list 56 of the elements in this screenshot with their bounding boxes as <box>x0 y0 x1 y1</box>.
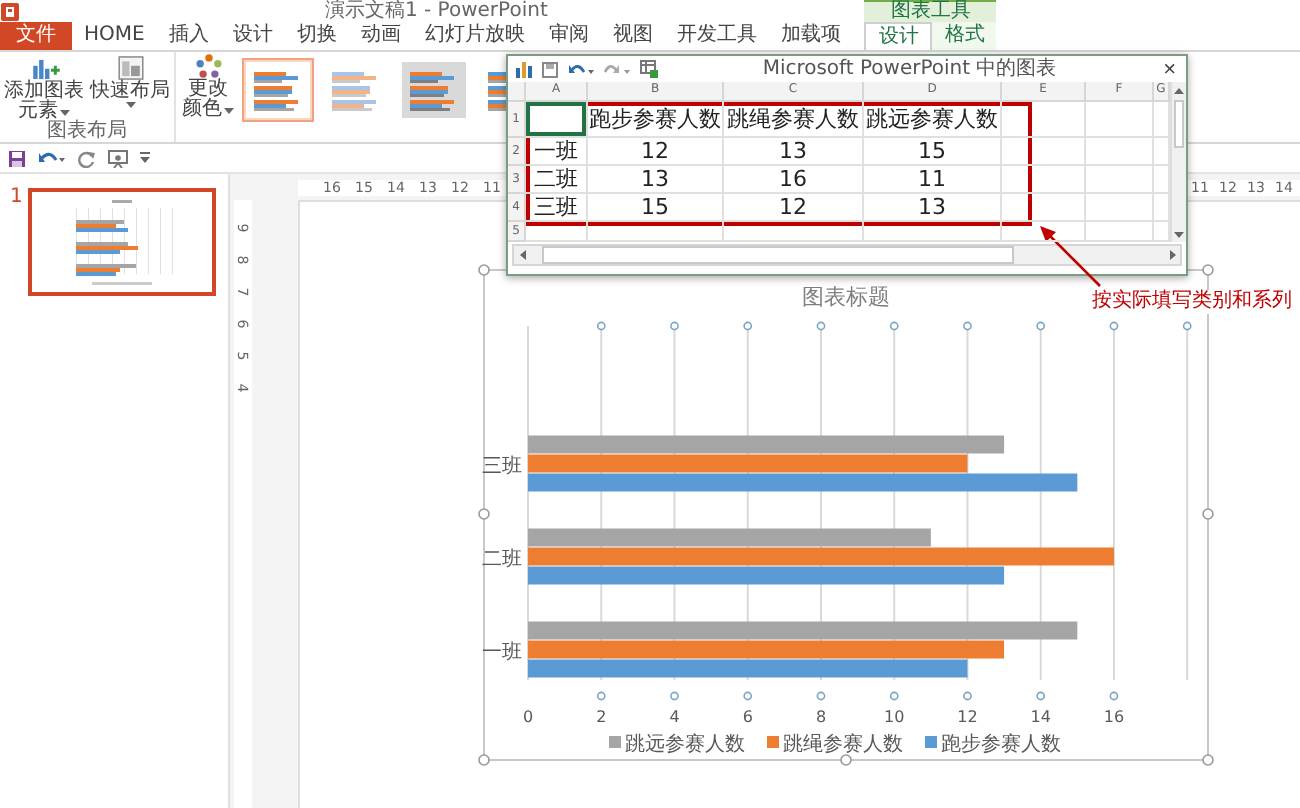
legend-label: 跳远参赛人数 <box>625 732 745 756</box>
category-label: 一班 <box>482 642 522 664</box>
contextual-group-label: 图表工具 <box>864 0 997 22</box>
ribbon-tab[interactable]: 开发工具 <box>664 22 769 50</box>
row-label: 一班 <box>526 138 588 166</box>
table-cell: 11 <box>864 166 1002 194</box>
ribbon-tab[interactable]: 加载项 <box>768 22 853 50</box>
ribbon-tab[interactable]: 插入 <box>156 22 221 50</box>
axis-label: 16 <box>1103 708 1125 726</box>
ribbon-tab[interactable]: 视图 <box>600 22 665 50</box>
axis-label: 8 <box>815 708 827 726</box>
row-label: 三班 <box>526 194 588 222</box>
axis-label: 6 <box>742 708 753 726</box>
axis-label: 10 <box>884 708 905 726</box>
ribbon-tab[interactable]: 设计 <box>864 22 933 50</box>
ribbon-button[interactable]: 快速布局 <box>88 54 172 120</box>
legend-item: 跳绳参赛人数 <box>767 734 903 756</box>
axis-label: 4 <box>669 708 680 726</box>
axis-label: 0 <box>522 708 534 726</box>
column-label: 跳绳参赛人数 <box>724 102 864 138</box>
window-title: Microsoft PowerPoint 中的图表 <box>760 56 1059 82</box>
ribbon-button[interactable]: 添加图表 元素 <box>2 54 86 120</box>
ribbon-tab[interactable]: 幻灯片放映 <box>412 22 537 50</box>
close-button[interactable]: × <box>1161 57 1178 81</box>
column-label: 跑步参赛人数 <box>588 102 724 138</box>
legend-label: 跳绳参赛人数 <box>783 732 903 756</box>
table-cell: 12 <box>588 138 724 166</box>
table-cell: 12 <box>724 194 864 222</box>
group-label: 图表布局 <box>45 120 129 142</box>
table-cell: 13 <box>864 194 1002 222</box>
annotation-text: 按实际填写类别和系列 <box>1092 290 1292 314</box>
slide-number: 1 <box>10 188 23 212</box>
ribbon-tab[interactable]: 格式 <box>932 22 997 50</box>
ribbon-tab[interactable]: 动画 <box>348 22 413 50</box>
axis-label: 14 <box>1030 708 1051 726</box>
row-label: 二班 <box>526 166 588 194</box>
legend-label: 跑步参赛人数 <box>941 732 1061 756</box>
ribbon-tab[interactable]: 切换 <box>284 22 349 50</box>
legend-item: 跳远参赛人数 <box>609 734 745 756</box>
ribbon-tab[interactable]: 审阅 <box>536 22 601 50</box>
table-cell: 15 <box>588 194 724 222</box>
ribbon-tab[interactable]: 文件 <box>0 22 72 50</box>
ribbon-button[interactable]: 更改 颜色 <box>180 52 236 118</box>
ribbon-tab[interactable]: 设计 <box>220 22 285 50</box>
table-cell: 13 <box>588 166 724 194</box>
column-label: 跳远参赛人数 <box>864 102 1002 138</box>
ribbon-tab[interactable]: HOME <box>72 22 157 50</box>
category-label: 三班 <box>482 456 522 478</box>
axis-label: 12 <box>957 708 978 726</box>
axis-label: 2 <box>596 708 607 726</box>
category-label: 二班 <box>482 549 522 571</box>
legend-item: 跑步参赛人数 <box>925 734 1061 756</box>
table-cell: 16 <box>724 166 864 194</box>
chart-title: 图表标题 <box>802 284 890 310</box>
table-cell: 13 <box>724 138 864 166</box>
table-cell: 15 <box>864 138 1002 166</box>
